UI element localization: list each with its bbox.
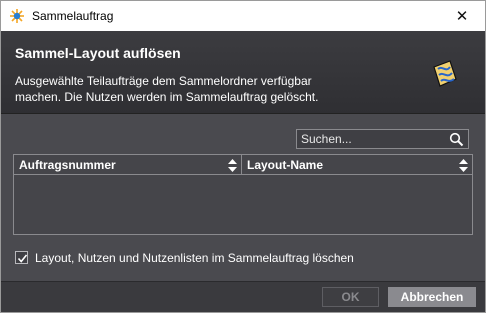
- column-header-label: Auftragsnummer: [19, 158, 116, 172]
- app-icon: [9, 8, 25, 24]
- sort-arrows-icon[interactable]: [228, 158, 237, 178]
- column-header-label: Layout-Name: [247, 158, 324, 172]
- search-icon[interactable]: [449, 132, 464, 150]
- search-box[interactable]: [296, 129, 469, 149]
- delete-option-label[interactable]: Layout, Nutzen und Nutzenlisten im Samme…: [35, 251, 354, 265]
- dialog-header: Sammel-Layout auflösen Ausgewählte Teila…: [1, 31, 485, 114]
- column-header-layout-name[interactable]: Layout-Name: [242, 155, 472, 175]
- close-button[interactable]: ✕: [439, 1, 485, 31]
- column-header-auftragsnummer[interactable]: Auftragsnummer: [14, 155, 242, 175]
- header-title: Sammel-Layout auflösen: [15, 45, 181, 61]
- sort-arrows-icon[interactable]: [459, 158, 468, 178]
- close-icon: ✕: [455, 8, 469, 25]
- cancel-button[interactable]: Abbrechen: [388, 287, 476, 307]
- order-table[interactable]: Auftragsnummer Layout-Name: [13, 154, 473, 235]
- header-description-line1: Ausgewählte Teilaufträge dem Sammelordne…: [15, 74, 312, 88]
- dialog-window: Sammelauftrag ✕ Sammel-Layout auflösen A…: [0, 0, 486, 313]
- header-description-line2: machen. Die Nutzen werden im Sammelauftr…: [15, 90, 319, 104]
- dialog-footer: OK Abbrechen: [1, 281, 485, 312]
- header-description: Ausgewählte Teilaufträge dem Sammelordne…: [15, 73, 395, 105]
- title-bar: Sammelauftrag ✕: [1, 1, 485, 31]
- search-input[interactable]: [297, 130, 445, 148]
- delete-option-checkbox[interactable]: [15, 251, 28, 264]
- ok-button[interactable]: OK: [322, 287, 379, 307]
- unfold-layout-icon: [428, 57, 462, 94]
- window-title: Sammelauftrag: [32, 9, 114, 23]
